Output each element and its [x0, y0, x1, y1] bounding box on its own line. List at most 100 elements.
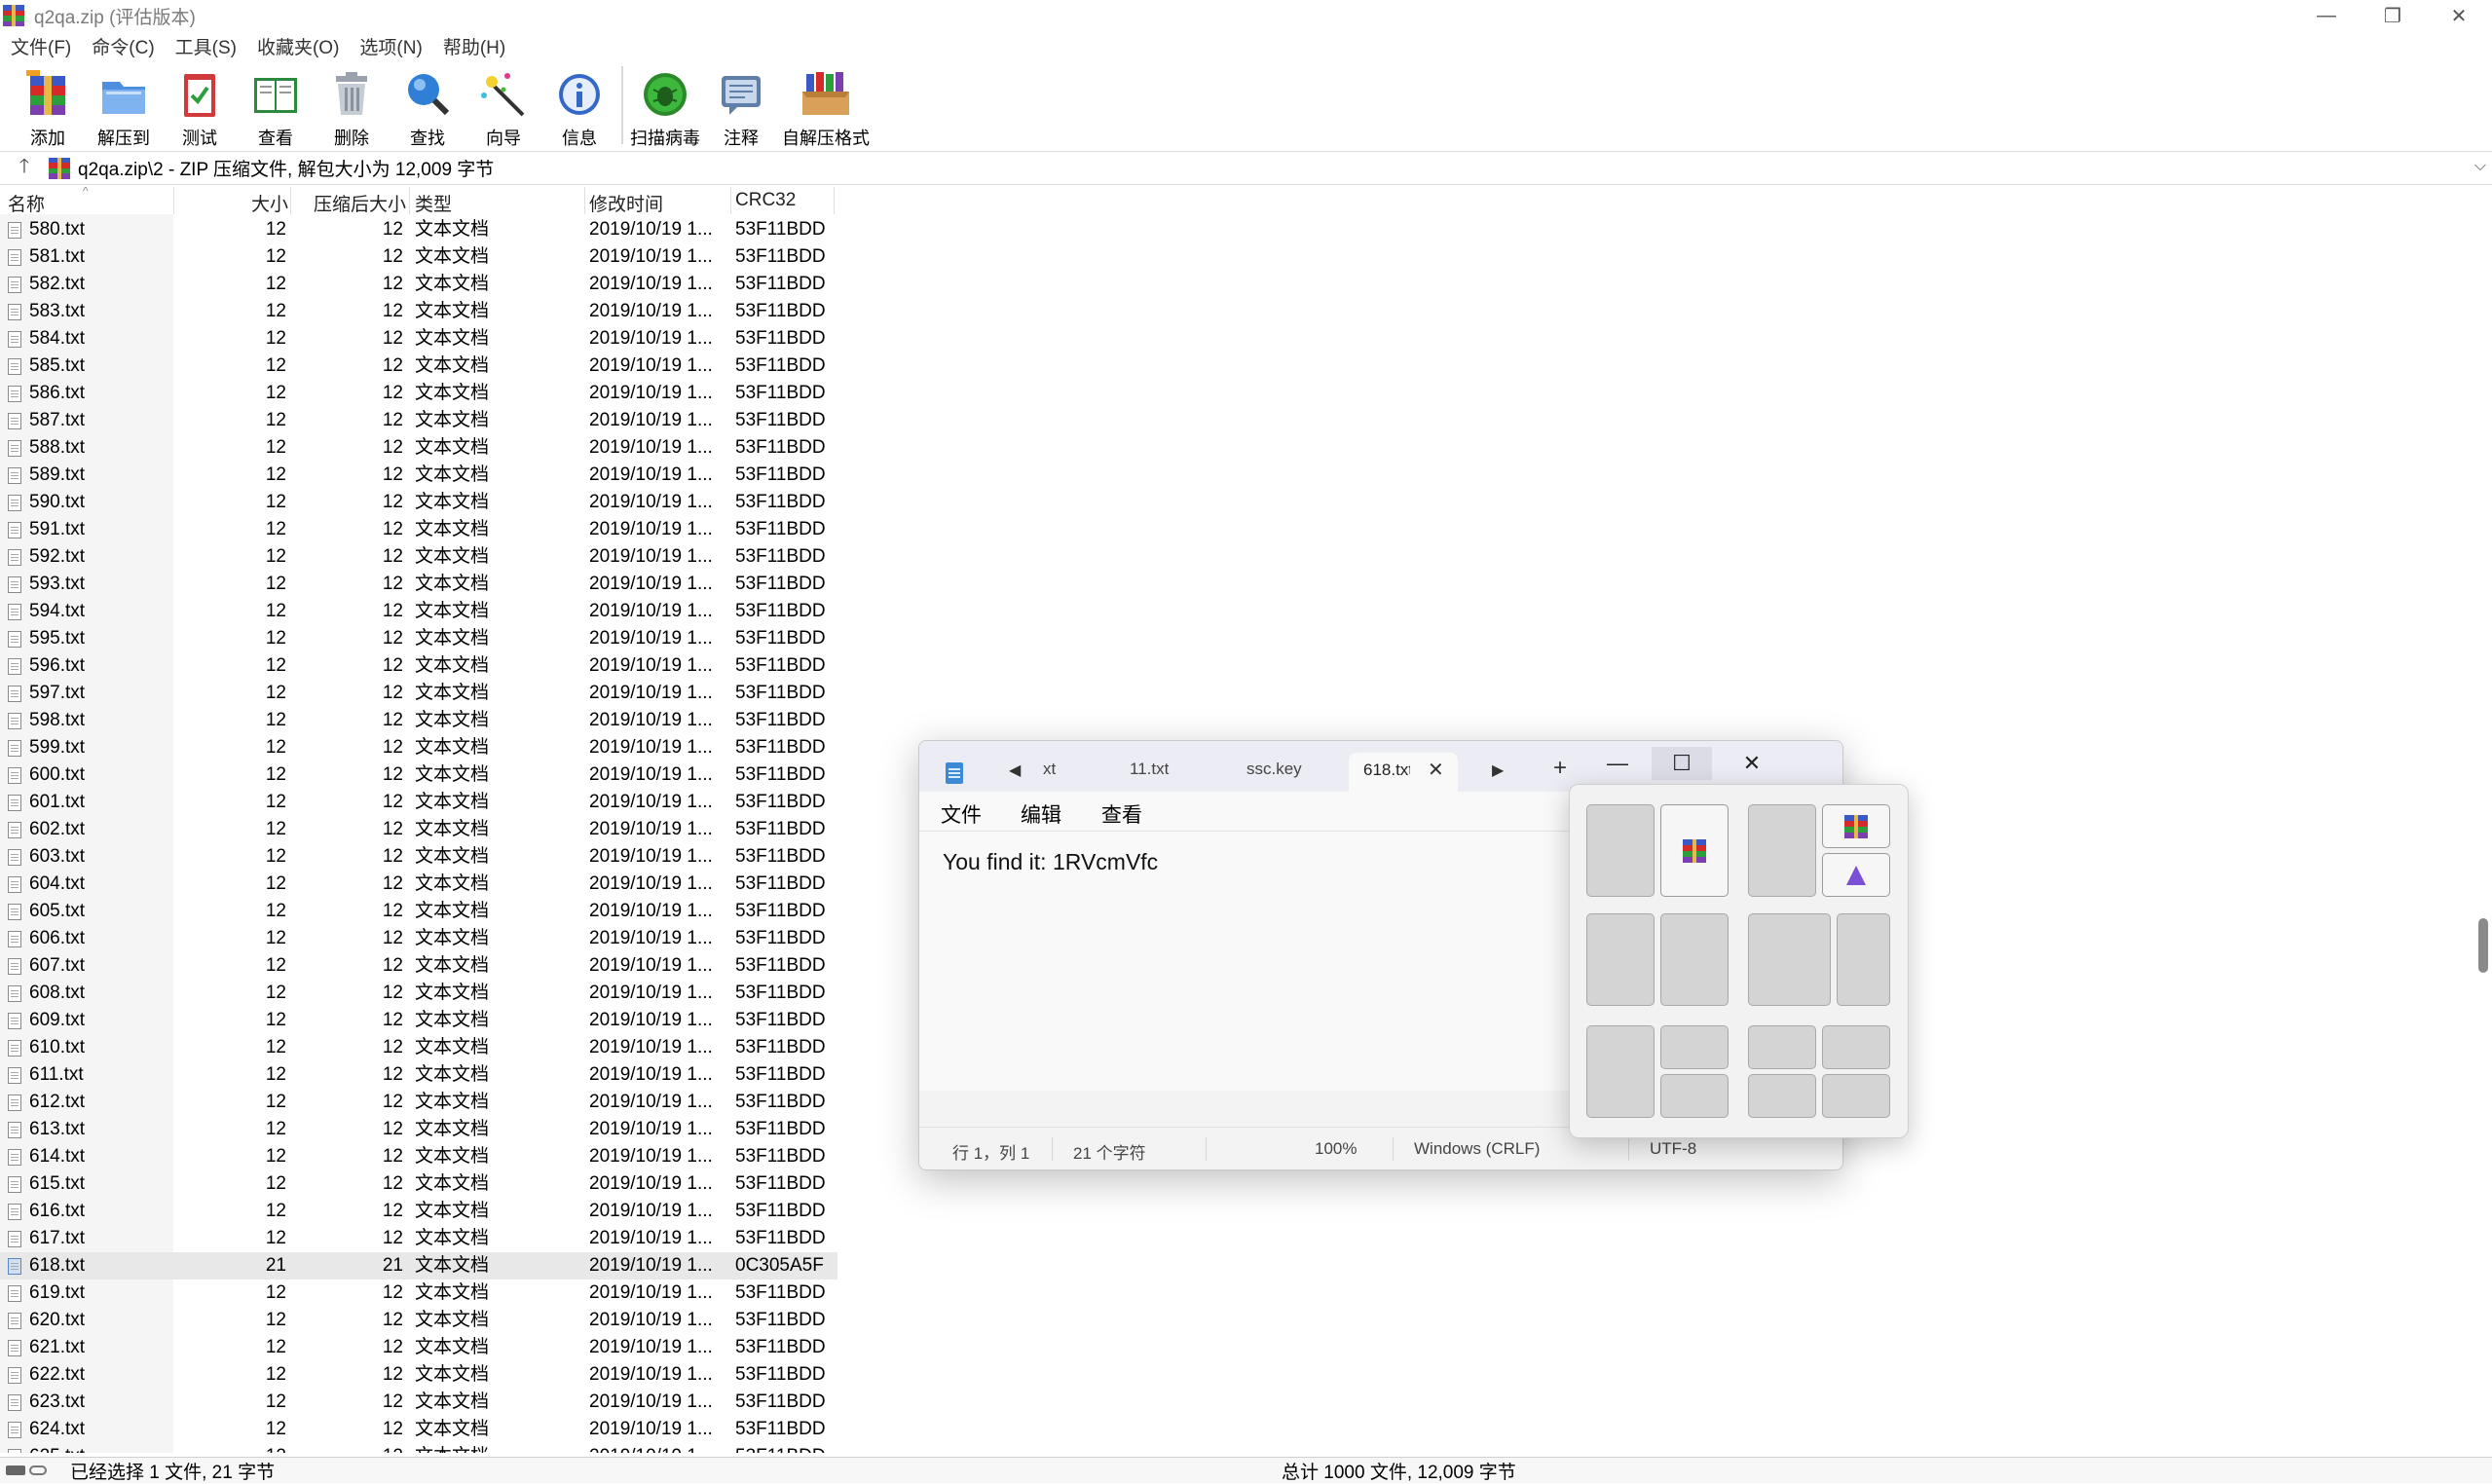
table-row[interactable]: 592.txt 12 12 文本文档 2019/10/19 1... 53F11BDD — [0, 543, 837, 571]
scroll-tabs-right-icon[interactable]: ▶ — [1492, 761, 1504, 780]
table-row[interactable]: 608.txt 12 12 文本文档 2019/10/19 1... 53F11BDD — [0, 980, 837, 1007]
scroll-tabs-left-icon[interactable]: ◀ — [1009, 761, 1021, 780]
new-tab-button[interactable]: + — [1553, 755, 1567, 782]
snap-zone[interactable] — [1748, 804, 1816, 897]
menu-file[interactable]: 文件(F) — [0, 33, 81, 59]
table-row[interactable]: 583.txt 12 12 文本文档 2019/10/19 1... 53F11BDD — [0, 298, 837, 325]
table-row[interactable]: 595.txt 12 12 文本文档 2019/10/19 1... 53F11BDD — [0, 625, 837, 652]
view-button[interactable]: 查看 — [238, 60, 314, 150]
snap-zone[interactable] — [1586, 804, 1655, 897]
table-row[interactable]: 587.txt 12 12 文本文档 2019/10/19 1... 53F11BDD — [0, 407, 837, 434]
table-row[interactable]: 594.txt 12 12 文本文档 2019/10/19 1... 53F11BDD — [0, 598, 837, 625]
column-divider[interactable] — [173, 187, 174, 214]
extract-to-button[interactable]: 解压到 — [86, 60, 162, 150]
table-row[interactable]: 613.txt 12 12 文本文档 2019/10/19 1... 53F11BDD — [0, 1116, 837, 1143]
table-row[interactable]: 618.txt 21 21 文本文档 2019/10/19 1... 0C305A5F — [0, 1252, 837, 1280]
delete-button[interactable]: 删除 — [314, 60, 390, 150]
sfx-button[interactable]: 自解压格式 — [779, 60, 873, 150]
table-row[interactable]: 619.txt 12 12 文本文档 2019/10/19 1... 53F11BDD — [0, 1280, 837, 1307]
column-packed-size[interactable]: 压缩后大小 — [314, 190, 406, 216]
column-size[interactable]: 大小 — [251, 190, 288, 216]
comment-button[interactable]: 注释 — [703, 60, 779, 150]
table-row[interactable]: 589.txt 12 12 文本文档 2019/10/19 1... 53F11BDD — [0, 462, 837, 489]
table-row[interactable]: 585.txt 12 12 文本文档 2019/10/19 1... 53F11BDD — [0, 352, 837, 380]
restore-button[interactable]: ❐ — [2360, 0, 2426, 31]
notepad-minimize-button[interactable]: — — [1587, 747, 1648, 780]
table-row[interactable]: 596.txt 12 12 文本文档 2019/10/19 1... 53F11BDD — [0, 652, 837, 680]
notepad-maximize-button[interactable]: ☐ — [1652, 747, 1712, 780]
table-row[interactable]: 604.txt 12 12 文本文档 2019/10/19 1... 53F11BDD — [0, 871, 837, 898]
snap-zone-winrar[interactable] — [1822, 804, 1890, 848]
column-divider[interactable] — [290, 187, 291, 214]
snap-zone-app[interactable] — [1822, 853, 1890, 897]
tab-ssc-key[interactable]: ssc.key — [1246, 760, 1302, 779]
snap-zone[interactable] — [1660, 1074, 1729, 1118]
column-crc32[interactable]: CRC32 — [735, 190, 796, 211]
table-row[interactable]: 593.txt 12 12 文本文档 2019/10/19 1... 53F11BDD — [0, 571, 837, 598]
snap-zone[interactable] — [1660, 1025, 1729, 1069]
snap-zone[interactable] — [1748, 1025, 1816, 1069]
table-row[interactable]: 602.txt 12 12 文本文档 2019/10/19 1... 53F11BDD — [0, 816, 837, 843]
notepad-menu-file[interactable]: 文件 — [941, 799, 982, 829]
table-row[interactable]: 599.txt 12 12 文本文档 2019/10/19 1... 53F11BDD — [0, 734, 837, 761]
table-row[interactable]: 590.txt 12 12 文本文档 2019/10/19 1... 53F11BDD — [0, 489, 837, 516]
column-type[interactable]: 类型 — [415, 190, 452, 216]
snap-zone-winrar[interactable] — [1660, 804, 1729, 897]
notepad-content[interactable]: You find it: 1RVcmVfc — [943, 849, 1158, 875]
tab-xt[interactable]: xt — [1043, 760, 1056, 779]
tab-close-icon[interactable]: ✕ — [1428, 758, 1444, 782]
table-row[interactable]: 612.txt 12 12 文本文档 2019/10/19 1... 53F11BDD — [0, 1089, 837, 1116]
snap-zone[interactable] — [1748, 1074, 1816, 1118]
menu-tools[interactable]: 工具(S) — [165, 33, 246, 59]
table-row[interactable]: 617.txt 12 12 文本文档 2019/10/19 1... 53F11BDD — [0, 1225, 837, 1252]
table-row[interactable]: 582.txt 12 12 文本文档 2019/10/19 1... 53F11BDD — [0, 271, 837, 298]
table-row[interactable]: 624.txt 12 12 文本文档 2019/10/19 1... 53F11BDD — [0, 1416, 837, 1443]
tab-11-txt[interactable]: 11.txt — [1130, 760, 1169, 779]
up-folder-button[interactable]: 🡑 — [0, 152, 49, 185]
table-row[interactable]: 609.txt 12 12 文本文档 2019/10/19 1... 53F11BDD — [0, 1007, 837, 1034]
snap-zone[interactable] — [1748, 913, 1831, 1006]
table-row[interactable]: 581.txt 12 12 文本文档 2019/10/19 1... 53F11BDD — [0, 243, 837, 271]
menu-favorites[interactable]: 收藏夹(O) — [246, 33, 349, 59]
column-name[interactable]: 名称 — [8, 190, 45, 216]
close-button[interactable]: ✕ — [2426, 0, 2492, 31]
table-row[interactable]: 588.txt 12 12 文本文档 2019/10/19 1... 53F11BDD — [0, 434, 837, 462]
notepad-menu-view[interactable]: 查看 — [1101, 799, 1142, 829]
test-button[interactable]: 测试 — [162, 60, 238, 150]
column-divider[interactable] — [409, 187, 410, 214]
table-row[interactable]: 611.txt 12 12 文本文档 2019/10/19 1... 53F11BDD — [0, 1061, 837, 1089]
snap-zone[interactable] — [1586, 1025, 1655, 1118]
table-row[interactable]: 591.txt 12 12 文本文档 2019/10/19 1... 53F11BDD — [0, 516, 837, 543]
table-row[interactable]: 580.txt 12 12 文本文档 2019/10/19 1... 53F11BDD — [0, 216, 837, 243]
table-row[interactable]: 616.txt 12 12 文本文档 2019/10/19 1... 53F11BDD — [0, 1198, 837, 1225]
snap-zone[interactable] — [1822, 1074, 1890, 1118]
menu-options[interactable]: 选项(N) — [349, 33, 431, 59]
table-row[interactable]: 614.txt 12 12 文本文档 2019/10/19 1... 53F11BDD — [0, 1143, 837, 1170]
table-row[interactable]: 603.txt 12 12 文本文档 2019/10/19 1... 53F11BDD — [0, 843, 837, 871]
column-divider[interactable] — [584, 187, 585, 214]
table-row[interactable]: 600.txt 12 12 文本文档 2019/10/19 1... 53F11BDD — [0, 761, 837, 789]
column-divider[interactable] — [730, 187, 731, 214]
table-row[interactable]: 584.txt 12 12 文本文档 2019/10/19 1... 53F11BDD — [0, 325, 837, 352]
info-button[interactable]: 信息 — [541, 60, 617, 150]
table-row[interactable]: 597.txt 12 12 文本文档 2019/10/19 1... 53F11BDD — [0, 680, 837, 707]
virus-scan-button[interactable]: 扫描病毒 — [627, 60, 703, 150]
snap-zone[interactable] — [1822, 1025, 1890, 1069]
snap-zone[interactable] — [1586, 913, 1655, 1006]
column-modified[interactable]: 修改时间 — [589, 190, 663, 216]
minimize-button[interactable]: — — [2293, 0, 2360, 31]
notepad-menu-edit[interactable]: 编辑 — [1021, 799, 1061, 829]
table-row[interactable]: 623.txt 12 12 文本文档 2019/10/19 1... 53F11BDD — [0, 1389, 837, 1416]
menu-help[interactable]: 帮助(H) — [432, 33, 515, 59]
table-row[interactable]: 605.txt 12 12 文本文档 2019/10/19 1... 53F11BDD — [0, 898, 837, 925]
vertical-scrollbar-thumb[interactable] — [2478, 918, 2488, 973]
table-row[interactable]: 598.txt 12 12 文本文档 2019/10/19 1... 53F11BDD — [0, 707, 837, 734]
table-row[interactable]: 606.txt 12 12 文本文档 2019/10/19 1... 53F11BDD — [0, 925, 837, 952]
snap-zone[interactable] — [1837, 913, 1890, 1006]
wizard-button[interactable]: 向导 — [465, 60, 541, 150]
table-row[interactable]: 620.txt 12 12 文本文档 2019/10/19 1... 53F11BDD — [0, 1307, 837, 1334]
table-row[interactable]: 622.txt 12 12 文本文档 2019/10/19 1... 53F11BDD — [0, 1361, 837, 1389]
add-button[interactable]: 添加 — [10, 60, 86, 150]
table-row[interactable]: 610.txt 12 12 文本文档 2019/10/19 1... 53F11BDD — [0, 1034, 837, 1061]
snap-zone[interactable] — [1660, 913, 1729, 1006]
